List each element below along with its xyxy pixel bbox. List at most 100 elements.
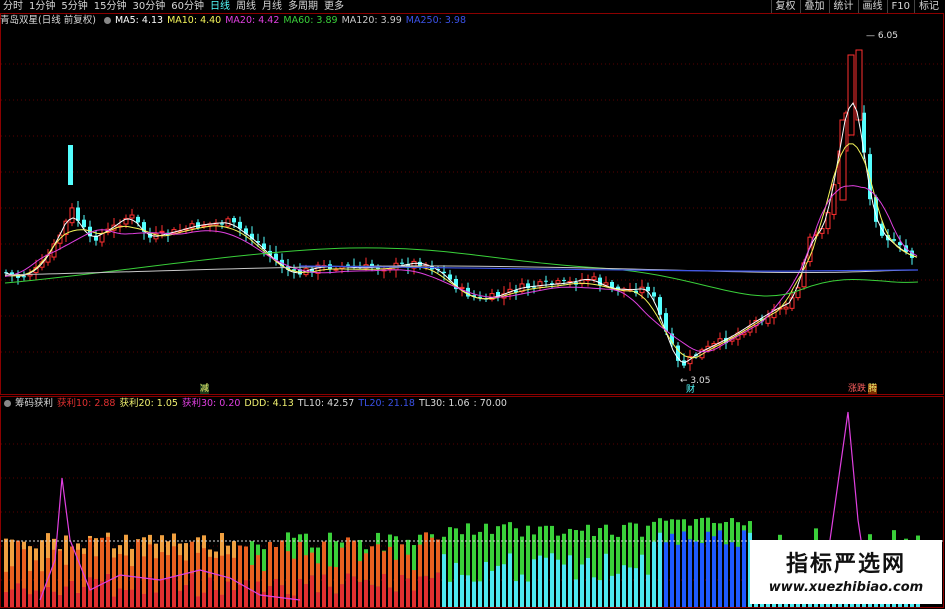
sub-bar-mid xyxy=(376,544,380,587)
ma10-line xyxy=(4,143,918,359)
sub-bar-mid xyxy=(88,538,92,578)
sub-bar-red xyxy=(334,593,338,607)
sub-bar-mid xyxy=(136,539,140,578)
sub-bar-mid xyxy=(178,555,182,591)
sub-bar-mid xyxy=(352,540,356,577)
sub-bar-red xyxy=(88,577,92,607)
sub-bar-mid xyxy=(232,557,236,591)
sub-bar-mid xyxy=(238,545,242,585)
high-price-label: — 6.05 xyxy=(866,31,898,41)
sub-bar-red xyxy=(226,581,230,607)
candle-body xyxy=(639,286,645,294)
sub-bar-red xyxy=(274,578,278,607)
sub-bar-red xyxy=(394,591,398,607)
sub-bar-mid xyxy=(382,551,386,574)
main-indicator-bar: 青岛双星(日线 前复权) MA5: 4.13 MA10: 4.40 MA20: 4.4… xyxy=(0,14,474,27)
candle-body xyxy=(562,279,566,281)
sub-bar-inner xyxy=(466,575,470,607)
mark-cai: 财 xyxy=(686,385,696,395)
candle-body xyxy=(459,286,465,290)
sub-bar-mid xyxy=(316,563,320,593)
ma20-line xyxy=(4,185,918,353)
sub-bar-inner xyxy=(736,546,740,607)
sub-bar-mid xyxy=(346,537,350,574)
sub-bar-red xyxy=(10,589,14,607)
candle-body xyxy=(544,280,548,282)
sub-bar-red xyxy=(412,590,416,607)
sub-bar-mid xyxy=(310,552,314,576)
sub-indicator-values: 获利10: 2.88 获利20: 1.05 获利30: 0.20 DDD: 4.13 T… xyxy=(57,398,511,409)
sub-bar-inner xyxy=(682,531,686,607)
watermark-title: 指标严选网 xyxy=(785,552,906,577)
stock-title[interactable]: 青岛双星(日线 前复权) xyxy=(0,15,96,26)
sub-indicator-title[interactable]: 筹码获利 xyxy=(15,398,53,409)
kline-chart[interactable] xyxy=(0,0,945,609)
sub-bar-inner xyxy=(640,554,644,607)
sub-bar-mid xyxy=(304,555,308,584)
candle-body xyxy=(610,281,614,288)
ma-value: MA10: 4.40 xyxy=(167,15,222,26)
sub-bar-red xyxy=(202,592,206,607)
sub-bar-red xyxy=(148,577,152,607)
sub-bar-red xyxy=(178,590,182,607)
settings-dot-icon[interactable] xyxy=(4,400,11,407)
sub-bar-inner xyxy=(652,541,656,607)
sub-bar-inner xyxy=(718,530,722,607)
sub-bar-mid xyxy=(340,547,344,585)
sub-bar-inner xyxy=(556,559,560,607)
sub-indicator-value: 获利20: 1.05 xyxy=(119,398,178,409)
sub-bar-red xyxy=(298,578,302,607)
sub-bar-inner xyxy=(544,557,548,607)
settings-dot-icon[interactable] xyxy=(103,17,111,24)
sub-bar-mid xyxy=(208,556,212,578)
sub-bar-mid xyxy=(430,537,434,578)
sub-bar-red xyxy=(358,581,362,607)
sub-bar-mid xyxy=(262,571,266,592)
sub-bar-red xyxy=(154,592,158,607)
candle-body xyxy=(136,216,140,223)
sub-bar-red xyxy=(184,584,188,607)
candle-body xyxy=(82,219,86,228)
watermark-url: www.xuezhibiao.com xyxy=(768,580,924,595)
sub-bar-mid xyxy=(166,555,170,578)
sub-bar-red xyxy=(76,592,80,607)
sub-bar-red xyxy=(70,580,74,607)
sub-bar-red xyxy=(16,583,20,607)
sub-bar-red xyxy=(310,575,314,607)
sub-bar-inner xyxy=(634,568,638,607)
sub-bar-red xyxy=(64,586,68,607)
sub-bar-mid xyxy=(172,546,176,577)
sub-bar-red xyxy=(340,584,344,607)
high-price-value: 6.05 xyxy=(877,31,898,41)
sub-bar-inner xyxy=(508,553,512,607)
sub-bar-red xyxy=(22,588,26,607)
sub-bar-red xyxy=(316,592,320,607)
sub-bar-inner xyxy=(598,580,602,607)
sub-bar-red xyxy=(58,594,62,607)
sub-bar-red xyxy=(286,594,290,607)
sub-bar-mid xyxy=(256,555,260,582)
ma-value: MA5: 4.13 xyxy=(114,15,164,26)
candle-body xyxy=(68,145,73,185)
candle-body xyxy=(220,223,224,225)
sub-bar-mid xyxy=(118,554,122,589)
sub-bar-red xyxy=(370,584,374,607)
sub-bar-inner xyxy=(502,564,506,607)
sub-bar-inner xyxy=(484,561,488,607)
watermark-logo: 指标严选网 www.xuezhibiao.com xyxy=(750,540,942,604)
sub-bar-red xyxy=(346,573,350,607)
sub-bar-inner xyxy=(490,570,494,607)
candle-body xyxy=(129,214,135,219)
sub-bar-mid xyxy=(22,549,26,589)
sub-bar-mid xyxy=(424,532,428,576)
sub-bar-inner xyxy=(676,544,680,607)
candle-body xyxy=(591,276,597,280)
sub-bar-mid xyxy=(106,536,110,574)
sub-bar-mid xyxy=(400,544,404,575)
sub-bar-inner xyxy=(646,574,650,607)
sub-bar-inner xyxy=(562,564,566,607)
sub-bar-mid xyxy=(364,553,368,580)
ma-value: MA20: 4.42 xyxy=(225,15,280,26)
sub-bar-red xyxy=(118,588,122,607)
sub-bar-red xyxy=(142,593,146,607)
